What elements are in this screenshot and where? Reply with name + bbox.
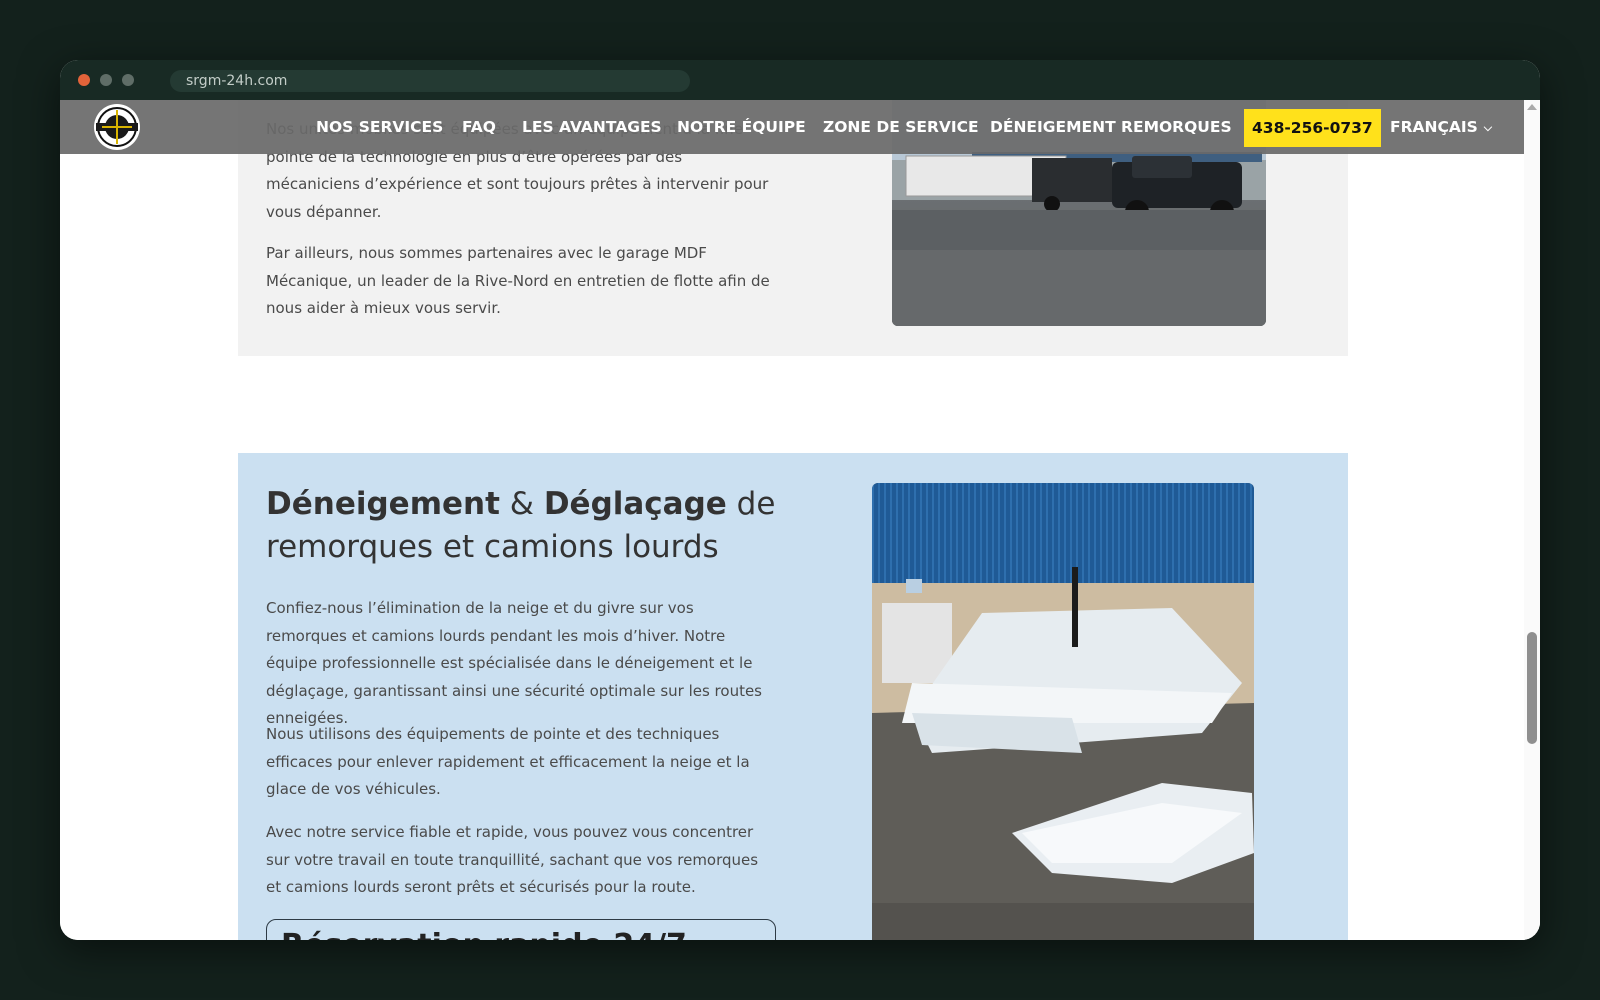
reservation-cta-button[interactable]: Réservation rapide 24/7 (266, 919, 776, 940)
heading-bold-deglacage: Déglaçage (543, 486, 727, 522)
partner-paragraph: Par ailleurs, nous sommes partenaires av… (266, 244, 770, 318)
maximize-window-button[interactable] (122, 74, 134, 86)
language-selector[interactable]: FRANÇAIS ⌵ (1390, 100, 1492, 154)
phone-button[interactable]: 438-256-0737 (1244, 109, 1381, 147)
address-bar[interactable]: srgm-24h.com (170, 70, 690, 92)
logo-emblem-icon (95, 105, 139, 149)
deicing-heading: Déneigement & Déglaçage de remorques et … (266, 483, 786, 569)
deicing-paragraph-3: Avec notre service fiable et rapide, vou… (266, 823, 759, 897)
ice-trailer-illustration (872, 483, 1254, 940)
language-label: FRANÇAIS (1390, 118, 1478, 136)
heading-ampersand: & (499, 486, 544, 522)
reservation-cta-label: Réservation rapide 24/7 (281, 928, 687, 940)
scrollbar-thumb[interactable] (1527, 632, 1537, 744)
nav-nos-services[interactable]: NOS SERVICES (316, 100, 443, 154)
nav-deneigement-remorques[interactable]: DÉNEIGEMENT REMORQUES (990, 100, 1232, 154)
nav-les-avantages[interactable]: LES AVANTAGES (522, 100, 662, 154)
page-scrollbar[interactable] (1524, 100, 1540, 940)
srgm-logo[interactable] (94, 104, 140, 150)
browser-window: srgm-24h.com Nos unités mobiles sont équ… (60, 60, 1540, 940)
close-window-button[interactable] (78, 74, 90, 86)
nav-notre-equipe[interactable]: NOTRE ÉQUIPE (677, 100, 806, 154)
nav-faq[interactable]: FAQ (462, 100, 496, 154)
minimize-window-button[interactable] (100, 74, 112, 86)
deicing-section: Déneigement & Déglaçage de remorques et … (238, 453, 1348, 940)
deicing-paragraph-2: Nous utilisons des équipements de pointe… (266, 725, 750, 799)
site-header: NOS SERVICES FAQ LES AVANTAGES NOTRE ÉQU… (60, 100, 1524, 154)
ice-trailer-photo (872, 483, 1254, 940)
page-viewport: Nos unités mobiles sont équipées avec un… (60, 100, 1540, 940)
heading-bold-deneigement: Déneigement (266, 486, 500, 522)
deicing-paragraph-1: Confiez-nous l’élimination de la neige e… (266, 599, 762, 728)
browser-chrome: srgm-24h.com (60, 60, 1540, 100)
chevron-down-icon: ⌵ (1483, 120, 1493, 134)
scroll-up-arrow-icon[interactable] (1527, 104, 1537, 110)
nav-zone-de-service[interactable]: ZONE DE SERVICE (823, 100, 979, 154)
